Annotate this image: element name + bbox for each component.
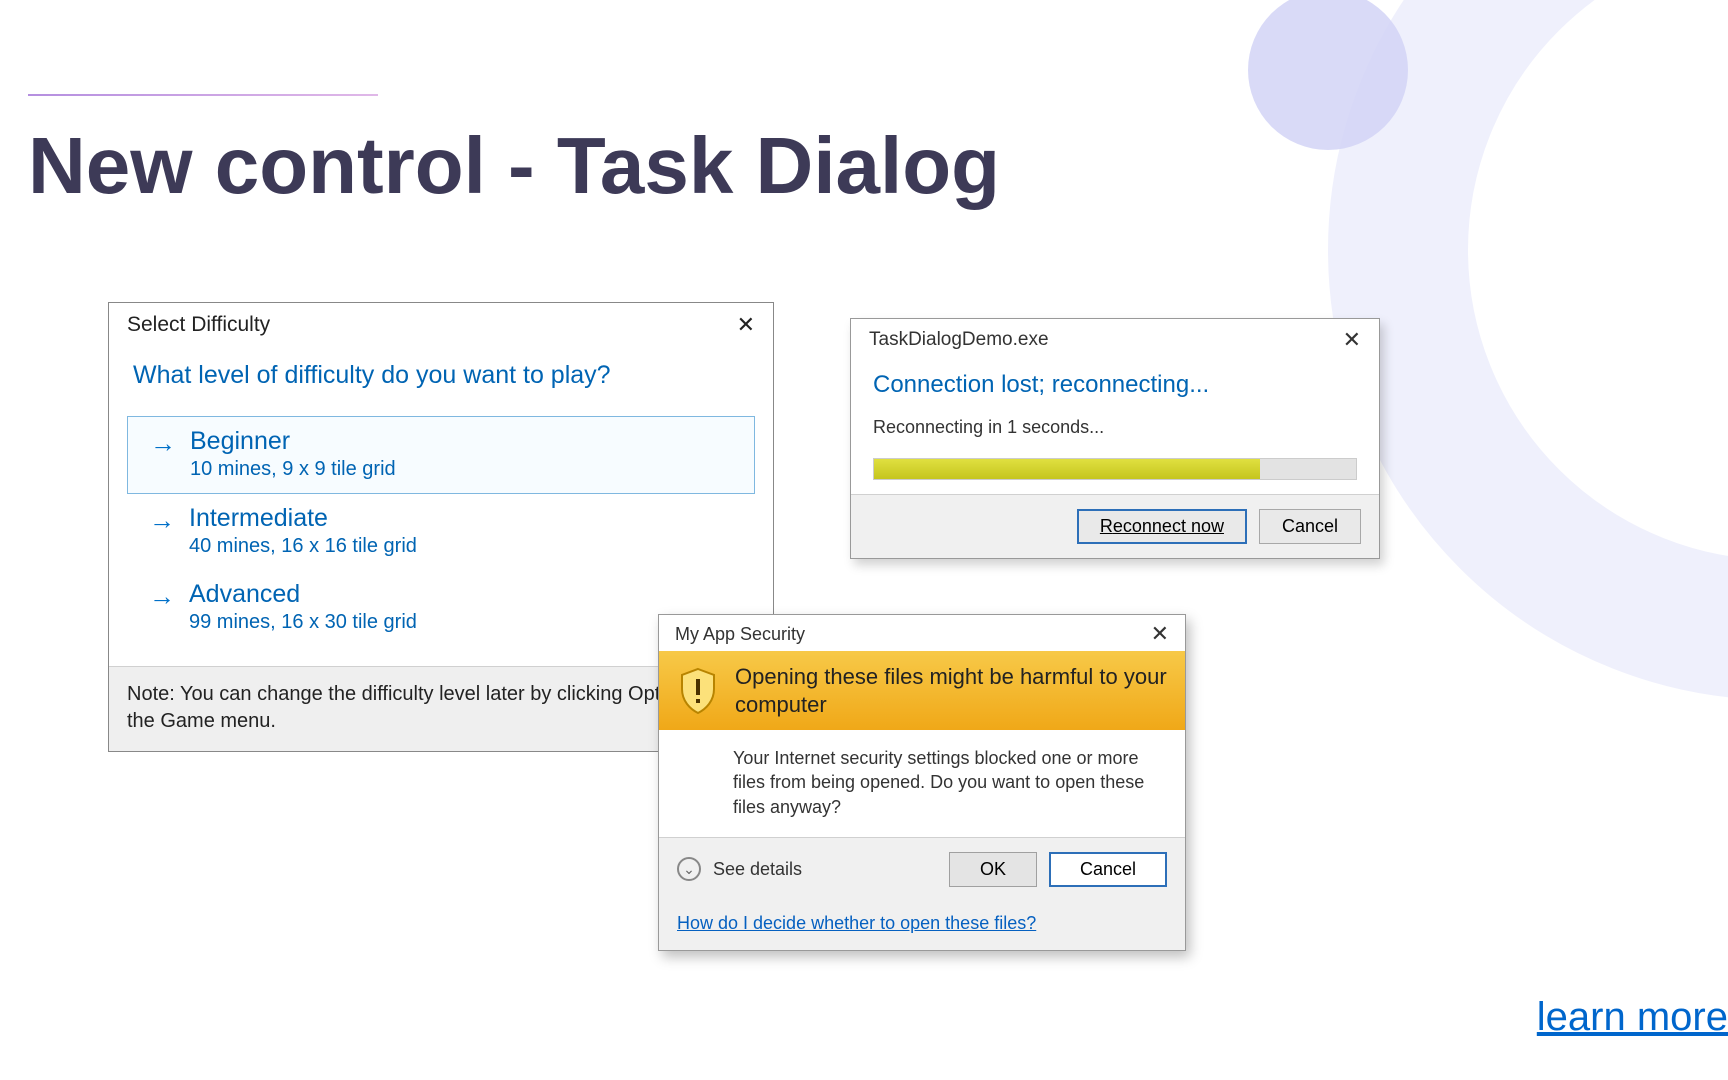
option-beginner[interactable]: → Beginner 10 mines, 9 x 9 tile grid (127, 416, 755, 494)
cancel-button[interactable]: Cancel (1259, 509, 1361, 544)
progress-fill (874, 459, 1260, 479)
close-icon[interactable]: ✕ (737, 314, 755, 336)
content-text: Your Internet security settings blocked … (659, 730, 1185, 837)
content-text: Reconnecting in 1 seconds... (851, 407, 1379, 448)
dialog-title: Select Difficulty (127, 313, 270, 337)
option-subtext: 10 mines, 9 x 9 tile grid (190, 458, 396, 481)
help-link[interactable]: How do I decide whether to open these fi… (659, 901, 1185, 950)
close-icon[interactable]: ✕ (1151, 623, 1169, 645)
main-instruction: What level of difficulty do you want to … (109, 343, 773, 416)
slide-title: New control - Task Dialog (28, 120, 1000, 212)
cancel-button[interactable]: Cancel (1049, 852, 1167, 887)
learn-more-link[interactable]: learn more (1537, 995, 1728, 1040)
banner-text: Opening these files might be harmful to … (735, 663, 1167, 718)
button-label-rest: econnect now (1113, 516, 1224, 536)
ok-button[interactable]: OK (949, 852, 1037, 887)
chevron-down-icon[interactable]: ⌄ (677, 857, 701, 881)
reconnect-dialog: TaskDialogDemo.exe ✕ Connection lost; re… (850, 318, 1380, 559)
arrow-right-icon: → (149, 504, 175, 538)
reconnect-now-button[interactable]: Reconnect now (1077, 509, 1247, 544)
see-details-toggle[interactable]: See details (713, 859, 937, 880)
arrow-right-icon: → (149, 580, 175, 614)
close-icon[interactable]: ✕ (1343, 329, 1361, 351)
decorative-line (28, 94, 378, 96)
security-dialog: My App Security ✕ Opening these files mi… (658, 614, 1186, 951)
option-label: Beginner (190, 427, 396, 456)
arrow-right-icon: → (150, 427, 176, 461)
option-label: Advanced (189, 580, 417, 609)
option-subtext: 40 mines, 16 x 16 tile grid (189, 535, 417, 558)
option-subtext: 99 mines, 16 x 30 tile grid (189, 611, 417, 634)
dialog-title: TaskDialogDemo.exe (869, 329, 1049, 351)
option-intermediate[interactable]: → Intermediate 40 mines, 16 x 16 tile gr… (127, 494, 755, 570)
shield-warning-icon (677, 667, 719, 715)
main-instruction: Connection lost; reconnecting... (851, 357, 1379, 407)
option-label: Intermediate (189, 504, 417, 533)
dialog-title: My App Security (675, 624, 805, 645)
progress-bar (873, 458, 1357, 480)
